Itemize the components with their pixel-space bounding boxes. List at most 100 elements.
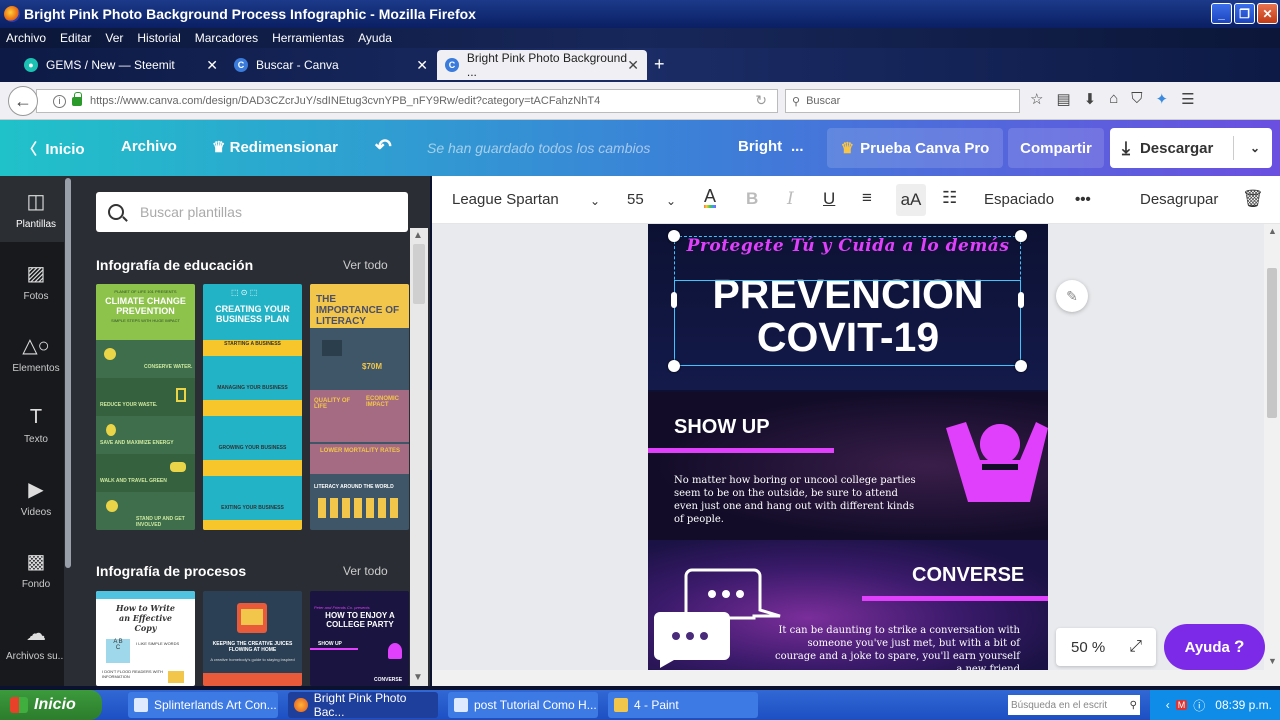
template-thumb-business[interactable]: CREATING YOUR BUSINESS PLAN STARTING A B… [203,284,302,530]
menu-herramientas[interactable]: Herramientas [272,31,344,45]
font-size-input[interactable]: 55 [627,191,644,208]
resize-handle[interactable] [668,230,680,242]
search-input[interactable]: ⚲ Buscar [785,89,1020,113]
info-tray-icon[interactable]: ⓘ [1193,697,1205,714]
resize-button[interactable]: ♛ Redimensionar [212,138,338,156]
reload-icon[interactable]: ↻ [755,92,767,109]
chevron-down-icon[interactable]: ⌄ [666,194,676,208]
template-thumb-climate[interactable]: PLANET OF LIFE 101 PRESENTS CLIMATE CHAN… [96,284,195,530]
resize-handle[interactable] [668,360,680,372]
gmail-icon[interactable]: M [1175,700,1188,710]
menu-editar[interactable]: Editar [60,31,91,45]
search-icon[interactable]: ⚲ [1130,700,1137,711]
new-tab-icon[interactable]: + [654,54,665,75]
text-color-icon[interactable]: A [704,187,717,208]
library-icon[interactable]: ▤ [1056,90,1070,108]
template-thumb-college-party[interactable]: Peter and Friends Co. presents HOW TO EN… [310,591,409,686]
template-thumb-copy[interactable]: How to Write an Effective Copy A BC I LI… [96,591,195,686]
download-arrow-icon[interactable]: ⬇ [1084,90,1097,108]
zoom-control[interactable]: 50 % ⤢ [1056,628,1156,666]
maximize-button[interactable]: ❐ [1234,3,1255,24]
url-bar[interactable]: i https://www.canva.com/design/DAD3CZcrJ… [36,89,778,113]
pocket-icon[interactable]: ⛉ [1131,90,1142,108]
spacing-button[interactable]: Espaciado [984,191,1054,208]
person-arms-up-icon[interactable] [946,420,1048,502]
close-window-button[interactable]: ✕ [1257,3,1278,24]
menu-marcadores[interactable]: Marcadores [195,31,258,45]
canvas-horizontal-scrollbar[interactable] [432,670,1280,686]
close-tab-icon[interactable]: ✕ [627,57,639,74]
rail-videos[interactable]: ▶ Videos [0,464,72,530]
file-menu[interactable]: Archivo [121,138,177,155]
home-link[interactable]: 〈 Inicio [22,138,85,159]
minimize-button[interactable]: _ [1211,3,1232,24]
rail-scrollbar[interactable] [64,176,72,686]
see-all-process-link[interactable]: Ver todo [343,564,388,578]
home-icon[interactable]: ⌂ [1109,90,1118,108]
rail-archivos[interactable]: ☁ Archivos su... [0,608,72,674]
font-family-select[interactable]: League Spartan [452,191,559,208]
hamburger-menu-icon[interactable]: ☰ [1181,90,1194,108]
menu-historial[interactable]: Historial [137,31,180,45]
extension-icon[interactable]: ✦ [1156,90,1169,108]
rail-fotos[interactable]: ▨ Fotos [0,248,72,314]
menu-archivo[interactable]: Archivo [6,31,46,45]
taskbar-item-splinterlands[interactable]: Splinterlands Art Con... [128,692,278,718]
close-tab-icon[interactable]: ✕ [206,57,218,74]
fullscreen-icon[interactable]: ⤢ [1129,638,1142,656]
taskbar-item-paint[interactable]: 4 - Paint [608,692,758,718]
tab-buscar-canva[interactable]: C Buscar - Canva ✕ [226,50,436,80]
chat-bubbles-icon[interactable] [654,566,784,670]
canvas-vertical-scrollbar[interactable]: ▲ ▼ [1264,224,1280,670]
templates-search-input[interactable]: Buscar plantillas [96,192,408,232]
design-section2-heading[interactable]: CONVERSE [912,564,1024,587]
resize-handle[interactable] [671,292,677,308]
add-comment-icon[interactable]: ✎ [1056,280,1088,312]
try-pro-button[interactable]: ♛ Prueba Canva Pro [827,128,1003,168]
design-section2-text[interactable]: It can be daunting to strike a conversat… [768,624,1020,670]
templates-scrollbar[interactable]: ▲ ▼ [410,228,428,686]
tab-bright-pink[interactable]: C Bright Pink Photo Background ... ✕ [437,50,647,80]
menu-ayuda[interactable]: Ayuda [358,31,392,45]
align-center-icon[interactable]: ≡ [862,188,872,208]
template-thumb-creative[interactable]: KEEPING THE CREATIVE JUICES FLOWING AT H… [203,591,302,686]
see-all-education-link[interactable]: Ver todo [343,258,388,272]
rail-fondo[interactable]: ▩ Fondo [0,536,72,602]
back-button[interactable]: ← [8,86,38,116]
more-options-icon[interactable]: ••• [1075,191,1091,208]
trash-icon[interactable]: 🗑 [1242,189,1264,209]
resize-handle[interactable] [1015,230,1027,242]
template-thumb-literacy[interactable]: THE IMPORTANCE OF LITERACY $70M QUALITY … [310,284,409,530]
rail-plantillas[interactable]: ◫ Plantillas [0,176,72,242]
design-section1-heading[interactable]: SHOW UP [674,416,770,439]
taskbar-item-firefox[interactable]: Bright Pink Photo Bac... [288,691,438,719]
bookmark-star-icon[interactable]: ☆ [1030,90,1043,108]
share-button[interactable]: Compartir [1008,128,1104,168]
undo-icon[interactable]: ↶ [375,134,392,159]
letter-case-icon[interactable]: aA [896,184,926,216]
taskbar-item-post[interactable]: post Tutorial Como H... [448,692,598,718]
design-section1-text[interactable]: No matter how boring or uncool college p… [674,474,924,526]
desktop-search-input[interactable]: Búsqueda en el escrit ⚲ [1008,695,1140,715]
info-icon[interactable]: i [53,94,66,108]
menu-ver[interactable]: Ver [105,31,123,45]
rail-texto[interactable]: T Texto [0,392,72,458]
help-button[interactable]: Ayuda ? [1164,624,1265,670]
ungroup-button[interactable]: Desagrupar [1140,191,1218,208]
close-tab-icon[interactable]: ✕ [416,57,428,74]
list-icon[interactable]: ☷ [942,188,957,208]
chevron-down-icon[interactable]: ⌄ [1250,141,1260,155]
underline-icon[interactable]: U [823,189,835,209]
resize-handle[interactable] [1018,292,1024,308]
document-title[interactable]: Bright [738,138,782,155]
rail-elementos[interactable]: △○ Elementos [0,320,72,386]
tab-steemit[interactable]: ● GEMS / New — Steemit ✕ [16,50,226,80]
design-page[interactable]: Protegete Tú y Cuida a lo demás PREVENCI… [648,224,1048,670]
italic-icon[interactable]: I [787,189,794,209]
chevron-down-icon[interactable]: ⌄ [590,194,600,208]
tray-chevron-icon[interactable]: ‹ [1166,698,1170,712]
bold-icon[interactable]: B [746,189,758,209]
start-button[interactable]: Inicio [0,690,102,720]
download-button[interactable]: ⤓ Descargar ⌄ [1110,128,1272,168]
resize-handle[interactable] [1015,360,1027,372]
